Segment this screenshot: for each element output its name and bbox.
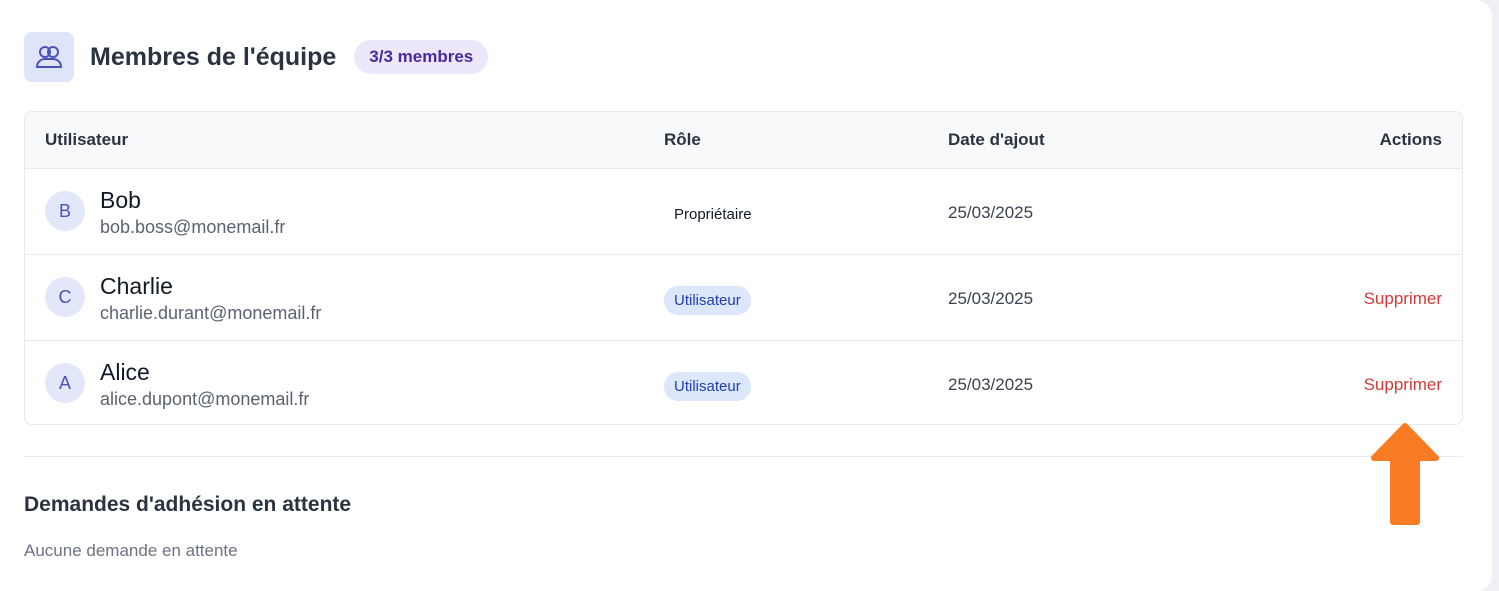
member-name: Bob (100, 187, 141, 213)
pending-requests-empty: Aucune demande en attente (24, 541, 238, 560)
avatar: B (45, 191, 85, 231)
role-label: Propriétaire (674, 206, 752, 223)
page-title: Membres de l'équipe (90, 42, 337, 71)
date-added: 25/03/2025 (948, 203, 1034, 222)
member-count-badge: 3/3 membres (354, 40, 489, 74)
column-header-actions: Actions (1379, 130, 1442, 149)
date-added: 25/03/2025 (948, 289, 1034, 308)
delete-member-button[interactable]: Supprimer (1364, 289, 1442, 309)
team-members-card: Membres de l'équipe 3/3 membres Utilisat… (0, 0, 1492, 591)
table-header: Utilisateur Rôle Date d'ajout Actions (25, 112, 1462, 168)
table-row: A Alice alice.dupont@monemail.fr Utilisa… (25, 340, 1462, 424)
arrow-up-icon (1370, 422, 1440, 533)
section-divider (24, 456, 1463, 457)
table-row: B Bob bob.boss@monemail.fr Propriétaire … (25, 168, 1462, 254)
avatar: C (45, 277, 85, 317)
date-added: 25/03/2025 (948, 375, 1034, 394)
members-table: Utilisateur Rôle Date d'ajout Actions B … (24, 111, 1463, 425)
column-header-date: Date d'ajout (948, 130, 1045, 149)
pending-requests-title: Demandes d'adhésion en attente (24, 493, 352, 516)
member-name: Alice (100, 359, 150, 385)
users-icon (24, 32, 74, 82)
member-email: charlie.durant@monemail.fr (100, 303, 322, 323)
member-name: Charlie (100, 273, 173, 299)
column-header-role: Rôle (664, 130, 701, 149)
column-header-user: Utilisateur (45, 130, 129, 149)
table-row: C Charlie charlie.durant@monemail.fr Uti… (25, 254, 1462, 340)
role-badge: Utilisateur (664, 372, 751, 401)
avatar: A (45, 363, 85, 403)
member-email: bob.boss@monemail.fr (100, 217, 286, 237)
card-header: Membres de l'équipe 3/3 membres (24, 32, 489, 82)
member-email: alice.dupont@monemail.fr (100, 389, 310, 409)
delete-member-button[interactable]: Supprimer (1364, 375, 1442, 395)
role-badge: Utilisateur (664, 286, 751, 315)
